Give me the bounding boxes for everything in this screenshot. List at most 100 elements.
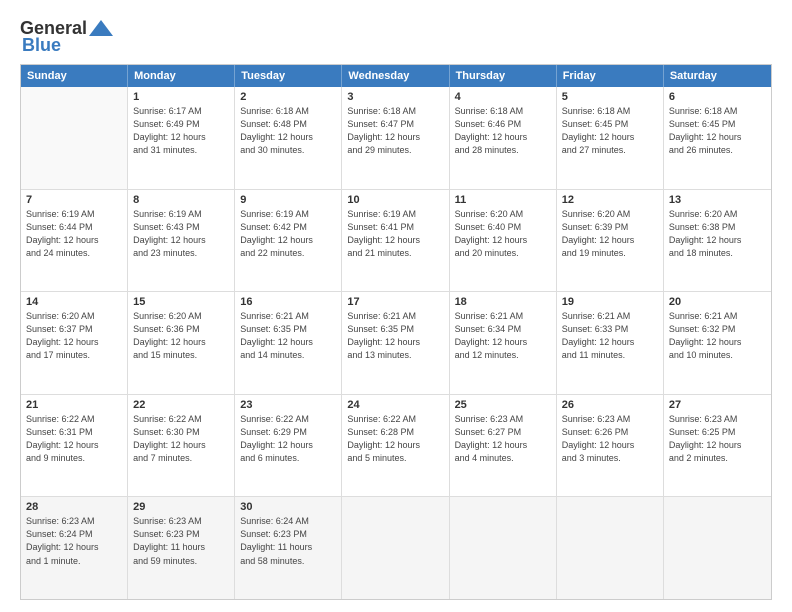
day-info: Sunrise: 6:20 AM Sunset: 6:37 PM Dayligh… [26, 310, 122, 362]
day-info: Sunrise: 6:18 AM Sunset: 6:46 PM Dayligh… [455, 105, 551, 157]
day-info: Sunrise: 6:23 AM Sunset: 6:25 PM Dayligh… [669, 413, 766, 465]
day-info: Sunrise: 6:22 AM Sunset: 6:29 PM Dayligh… [240, 413, 336, 465]
day-number: 30 [240, 501, 336, 513]
day-info: Sunrise: 6:21 AM Sunset: 6:33 PM Dayligh… [562, 310, 658, 362]
day-cell-5: 5Sunrise: 6:18 AM Sunset: 6:45 PM Daylig… [557, 87, 664, 189]
calendar-body: 1Sunrise: 6:17 AM Sunset: 6:49 PM Daylig… [21, 87, 771, 599]
day-number: 16 [240, 296, 336, 308]
day-number: 18 [455, 296, 551, 308]
day-number: 13 [669, 194, 766, 206]
header: General Blue [20, 18, 772, 56]
day-cell-empty-4-6 [664, 497, 771, 599]
day-info: Sunrise: 6:18 AM Sunset: 6:47 PM Dayligh… [347, 105, 443, 157]
weekday-header-thursday: Thursday [450, 65, 557, 87]
day-cell-8: 8Sunrise: 6:19 AM Sunset: 6:43 PM Daylig… [128, 190, 235, 292]
day-cell-23: 23 Sunrise: 6:22 AM Sunset: 6:29 PM Dayli… [235, 395, 342, 497]
day-cell-18: 18 Sunrise: 6:21 AM Sunset: 6:34 PM Dayli… [450, 292, 557, 394]
day-number: 11 [455, 194, 551, 206]
day-number: 6 [669, 91, 766, 103]
day-number: 15 [133, 296, 229, 308]
day-cell-22: 22Sunrise: 6:22 AM Sunset: 6:30 PM Dayli… [128, 395, 235, 497]
calendar-header: SundayMondayTuesdayWednesdayThursdayFrid… [21, 65, 771, 87]
day-cell-19: 19 Sunrise: 6:21 AM Sunset: 6:33 PM Dayli… [557, 292, 664, 394]
day-cell-6: 6Sunrise: 6:18 AM Sunset: 6:45 PM Daylig… [664, 87, 771, 189]
day-info: Sunrise: 6:22 AM Sunset: 6:28 PM Dayligh… [347, 413, 443, 465]
logo-icon [89, 20, 113, 36]
day-info: Sunrise: 6:20 AM Sunset: 6:40 PM Dayligh… [455, 208, 551, 260]
day-number: 10 [347, 194, 443, 206]
day-cell-25: 25 Sunrise: 6:23 AM Sunset: 6:27 PM Dayli… [450, 395, 557, 497]
logo-blue: Blue [22, 35, 61, 56]
day-info: Sunrise: 6:21 AM Sunset: 6:35 PM Dayligh… [347, 310, 443, 362]
day-info: Sunrise: 6:20 AM Sunset: 6:38 PM Dayligh… [669, 208, 766, 260]
day-number: 24 [347, 399, 443, 411]
weekday-header-sunday: Sunday [21, 65, 128, 87]
day-info: Sunrise: 6:21 AM Sunset: 6:32 PM Dayligh… [669, 310, 766, 362]
day-cell-empty-4-5 [557, 497, 664, 599]
day-cell-28: 28 Sunrise: 6:23 AM Sunset: 6:24 PM Dayli… [21, 497, 128, 599]
calendar-row-5: 28 Sunrise: 6:23 AM Sunset: 6:24 PM Dayli… [21, 496, 771, 599]
day-cell-16: 16 Sunrise: 6:21 AM Sunset: 6:35 PM Dayli… [235, 292, 342, 394]
day-cell-empty-4-3 [342, 497, 449, 599]
page: General Blue SundayMondayTuesdayWednesda… [0, 0, 792, 612]
day-info: Sunrise: 6:22 AM Sunset: 6:30 PM Dayligh… [133, 413, 229, 465]
day-cell-empty-4-4 [450, 497, 557, 599]
day-cell-21: 21 Sunrise: 6:22 AM Sunset: 6:31 PM Dayli… [21, 395, 128, 497]
day-cell-11: 11 Sunrise: 6:20 AM Sunset: 6:40 PM Dayli… [450, 190, 557, 292]
day-number: 26 [562, 399, 658, 411]
day-cell-13: 13 Sunrise: 6:20 AM Sunset: 6:38 PM Dayli… [664, 190, 771, 292]
day-number: 23 [240, 399, 336, 411]
day-number: 7 [26, 194, 122, 206]
day-number: 28 [26, 501, 122, 513]
day-info: Sunrise: 6:18 AM Sunset: 6:48 PM Dayligh… [240, 105, 336, 157]
day-number: 21 [26, 399, 122, 411]
day-info: Sunrise: 6:23 AM Sunset: 6:26 PM Dayligh… [562, 413, 658, 465]
day-cell-7: 7 Sunrise: 6:19 AM Sunset: 6:44 PM Daylig… [21, 190, 128, 292]
weekday-header-tuesday: Tuesday [235, 65, 342, 87]
day-cell-20: 20 Sunrise: 6:21 AM Sunset: 6:32 PM Dayli… [664, 292, 771, 394]
calendar-row-1: 1Sunrise: 6:17 AM Sunset: 6:49 PM Daylig… [21, 87, 771, 189]
day-cell-30: 30 Sunrise: 6:24 AM Sunset: 6:23 PM Dayli… [235, 497, 342, 599]
calendar-row-4: 21 Sunrise: 6:22 AM Sunset: 6:31 PM Dayli… [21, 394, 771, 497]
weekday-header-friday: Friday [557, 65, 664, 87]
day-number: 25 [455, 399, 551, 411]
day-cell-29: 29Sunrise: 6:23 AM Sunset: 6:23 PM Dayli… [128, 497, 235, 599]
day-info: Sunrise: 6:23 AM Sunset: 6:27 PM Dayligh… [455, 413, 551, 465]
day-cell-14: 14 Sunrise: 6:20 AM Sunset: 6:37 PM Dayli… [21, 292, 128, 394]
day-info: Sunrise: 6:20 AM Sunset: 6:39 PM Dayligh… [562, 208, 658, 260]
weekday-header-wednesday: Wednesday [342, 65, 449, 87]
day-number: 14 [26, 296, 122, 308]
day-cell-15: 15 Sunrise: 6:20 AM Sunset: 6:36 PM Dayli… [128, 292, 235, 394]
weekday-header-saturday: Saturday [664, 65, 771, 87]
day-cell-1: 1Sunrise: 6:17 AM Sunset: 6:49 PM Daylig… [128, 87, 235, 189]
day-info: Sunrise: 6:21 AM Sunset: 6:34 PM Dayligh… [455, 310, 551, 362]
day-cell-3: 3Sunrise: 6:18 AM Sunset: 6:47 PM Daylig… [342, 87, 449, 189]
day-info: Sunrise: 6:20 AM Sunset: 6:36 PM Dayligh… [133, 310, 229, 362]
day-cell-12: 12 Sunrise: 6:20 AM Sunset: 6:39 PM Dayli… [557, 190, 664, 292]
day-number: 19 [562, 296, 658, 308]
day-info: Sunrise: 6:19 AM Sunset: 6:44 PM Dayligh… [26, 208, 122, 260]
day-info: Sunrise: 6:23 AM Sunset: 6:23 PM Dayligh… [133, 515, 229, 567]
day-number: 17 [347, 296, 443, 308]
day-info: Sunrise: 6:22 AM Sunset: 6:31 PM Dayligh… [26, 413, 122, 465]
day-number: 27 [669, 399, 766, 411]
day-cell-9: 9Sunrise: 6:19 AM Sunset: 6:42 PM Daylig… [235, 190, 342, 292]
day-cell-10: 10 Sunrise: 6:19 AM Sunset: 6:41 PM Dayli… [342, 190, 449, 292]
calendar-row-2: 7 Sunrise: 6:19 AM Sunset: 6:44 PM Daylig… [21, 189, 771, 292]
day-info: Sunrise: 6:21 AM Sunset: 6:35 PM Dayligh… [240, 310, 336, 362]
day-number: 8 [133, 194, 229, 206]
day-info: Sunrise: 6:19 AM Sunset: 6:42 PM Dayligh… [240, 208, 336, 260]
day-number: 20 [669, 296, 766, 308]
logo: General Blue [20, 18, 113, 56]
day-info: Sunrise: 6:23 AM Sunset: 6:24 PM Dayligh… [26, 515, 122, 567]
day-cell-empty-0-0 [21, 87, 128, 189]
day-cell-27: 27 Sunrise: 6:23 AM Sunset: 6:25 PM Dayli… [664, 395, 771, 497]
day-number: 12 [562, 194, 658, 206]
day-cell-4: 4Sunrise: 6:18 AM Sunset: 6:46 PM Daylig… [450, 87, 557, 189]
day-cell-26: 26 Sunrise: 6:23 AM Sunset: 6:26 PM Dayli… [557, 395, 664, 497]
day-number: 2 [240, 91, 336, 103]
calendar-row-3: 14 Sunrise: 6:20 AM Sunset: 6:37 PM Dayli… [21, 291, 771, 394]
day-info: Sunrise: 6:19 AM Sunset: 6:41 PM Dayligh… [347, 208, 443, 260]
day-info: Sunrise: 6:18 AM Sunset: 6:45 PM Dayligh… [562, 105, 658, 157]
day-info: Sunrise: 6:24 AM Sunset: 6:23 PM Dayligh… [240, 515, 336, 567]
